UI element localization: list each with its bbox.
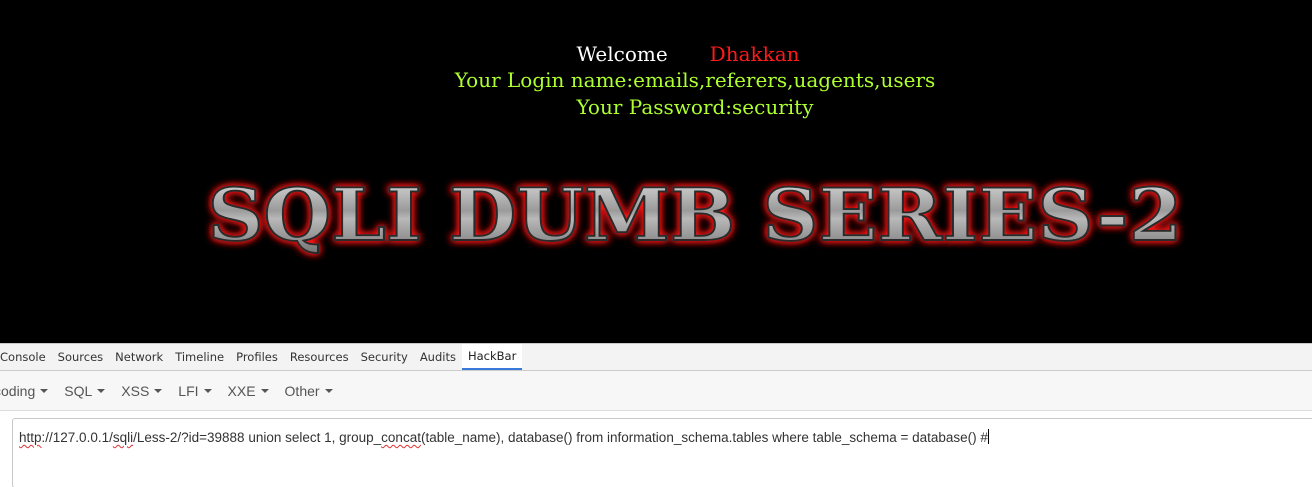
menu-sql-label: SQL (64, 382, 93, 399)
menu-encoding-label: coding (0, 382, 36, 399)
welcome-user: Dhakkan (709, 42, 800, 66)
banner-text: SQLI DUMB SERIES-2 (208, 172, 1183, 257)
devtools-panel: Console Sources Network Timeline Profile… (0, 343, 1312, 487)
devtools-tab-bar: Console Sources Network Timeline Profile… (0, 344, 1312, 371)
menu-encoding[interactable]: coding (0, 371, 56, 410)
menu-xxe-label: XXE (227, 382, 256, 399)
tab-console[interactable]: Console (0, 344, 52, 370)
url-textarea[interactable]: http://127.0.0.1/sqli/Less-2/?id=39888 u… (12, 418, 1312, 487)
chevron-down-icon (203, 388, 212, 393)
chevron-down-icon (154, 388, 163, 393)
text-cursor (987, 429, 989, 444)
url-part-host: ://127.0.0.1/ (41, 430, 113, 445)
browser-window: Welcome Dhakkan Your Login name:emails,re… (0, 0, 1312, 487)
password-line: Your Password:security (576, 95, 814, 119)
url-part-function: concat (381, 430, 421, 445)
menu-xss-label: XSS (121, 382, 150, 399)
tab-hackbar[interactable]: HackBar (461, 344, 523, 370)
menu-other-label: Other (284, 382, 320, 399)
banner-title: SQLI DUMB SERIES-2 (207, 171, 1184, 258)
url-part-path: sqli (112, 430, 134, 445)
tab-resources[interactable]: Resources (284, 344, 355, 370)
web-page: Welcome Dhakkan Your Login name:emails,re… (0, 0, 1312, 343)
url-part-rest: (table_name), database() from informatio… (420, 430, 988, 445)
menu-xxe[interactable]: XXE (220, 371, 277, 410)
welcome-label: Welcome (576, 42, 668, 66)
menu-xss[interactable]: XSS (113, 371, 170, 410)
tab-network[interactable]: Network (109, 344, 169, 370)
login-name-line: Your Login name:emails,referers,uagents,… (454, 68, 936, 92)
url-part-scheme: http (19, 430, 42, 445)
tab-profiles[interactable]: Profiles (230, 344, 284, 370)
tab-sources[interactable]: Sources (52, 344, 110, 370)
hackbar-toolbar: coding SQL XSS LFI XXE Other (0, 371, 1312, 411)
tab-security[interactable]: Security (355, 344, 414, 370)
menu-lfi[interactable]: LFI (170, 371, 219, 410)
menu-other[interactable]: Other (277, 371, 341, 410)
menu-sql[interactable]: SQL (56, 371, 113, 410)
chevron-down-icon (324, 388, 333, 393)
chevron-down-icon (260, 388, 269, 393)
chevron-down-icon (97, 388, 106, 393)
menu-lfi-label: LFI (178, 382, 199, 399)
tab-timeline[interactable]: Timeline (169, 344, 230, 370)
url-part-query: /Less-2/?id=39888 union select 1, group_ (133, 430, 382, 445)
chevron-down-icon (40, 388, 49, 393)
tab-audits[interactable]: Audits (414, 344, 462, 370)
welcome-line: Welcome Dhakkan (0, 41, 1312, 67)
